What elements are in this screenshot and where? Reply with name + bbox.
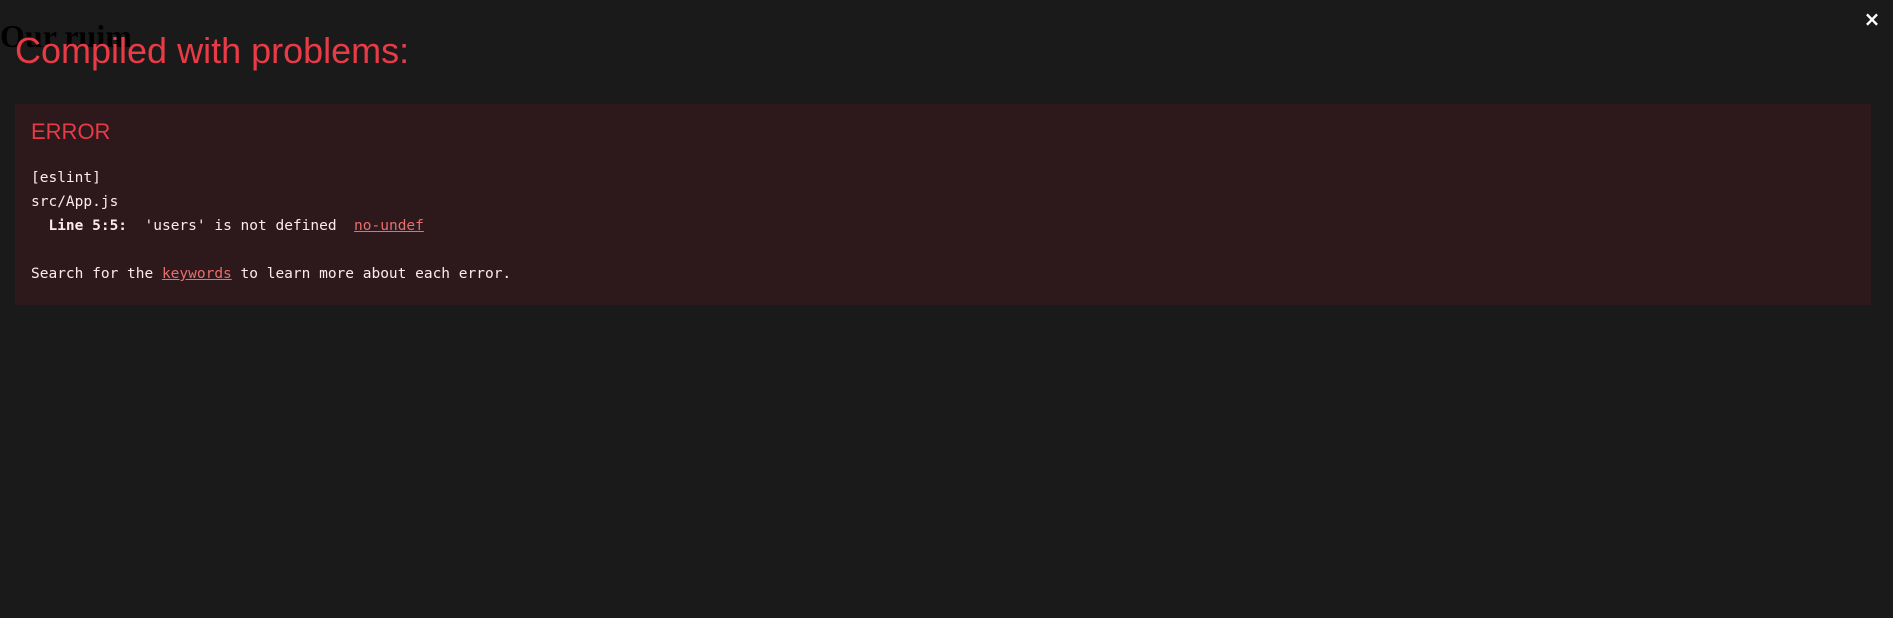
error-message-body: [eslint] src/App.js Line 5:5: 'users' is … [31, 166, 1855, 286]
line-location: Line 5:5: [48, 218, 128, 234]
hint-before: Search for the [31, 266, 162, 282]
message-gap [337, 218, 354, 234]
error-overlay: × Compiled with problems: ERROR [eslint]… [0, 0, 1893, 618]
error-label: ERROR [31, 119, 111, 144]
rule-link-no-undef[interactable]: no-undef [354, 218, 424, 234]
hint-after: to learn more about each error. [231, 266, 512, 282]
error-file-path: src/App.js [31, 194, 119, 210]
overlay-title: Compiled with problems: [15, 30, 410, 71]
error-panel: ERROR [eslint] src/App.js Line 5:5: 'user… [15, 104, 1871, 305]
error-source-tag: [eslint] [31, 170, 101, 186]
keywords-link[interactable]: keywords [162, 266, 232, 282]
error-detail-line: Line 5:5: 'users' is not defined no-unde… [31, 214, 1855, 238]
error-message-text: 'users' is not defined [144, 218, 337, 234]
hint-line: Search for the keywords to learn more ab… [31, 262, 1855, 286]
close-button[interactable]: × [1861, 8, 1883, 30]
close-icon[interactable]: × [1864, 7, 1881, 31]
